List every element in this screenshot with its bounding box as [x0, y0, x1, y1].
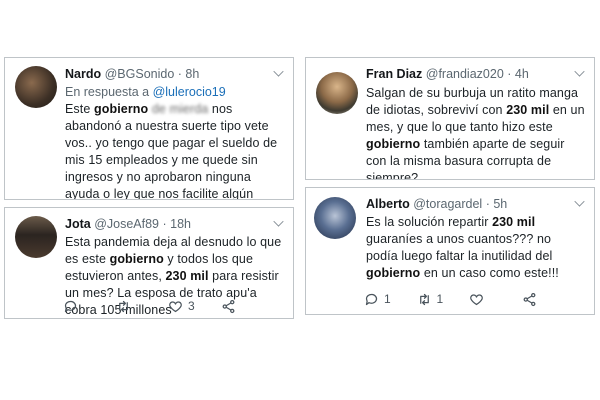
author-name[interactable]: Jota: [65, 217, 91, 231]
retweet-icon: [118, 300, 128, 312]
tweet-text-part: Es la solución repartir: [366, 215, 493, 229]
tweet-time[interactable]: · 18h: [162, 217, 191, 231]
tweet-text-bold: gobierno: [94, 102, 149, 116]
reply-context: En respuesta a @lulerocio19: [65, 84, 226, 100]
tweet-header: Nardo @BGSonido · 8h: [65, 66, 283, 82]
tweet-card[interactable]: Fran Diaz @frandiaz020 · 4h Salgan de su…: [305, 57, 595, 180]
tweet-text-bold: 230 mil: [492, 215, 536, 229]
heart-icon: [169, 300, 182, 312]
tweet-card[interactable]: Alberto @toragardel · 5h Es la solución …: [305, 187, 595, 315]
tweet-time[interactable]: · 4h: [507, 67, 529, 81]
retweet-icon: [419, 293, 429, 305]
tweet-text: Es la solución repartir 230 mil guaraníe…: [366, 214, 586, 282]
tweet-header: Alberto @toragardel · 5h: [366, 196, 584, 212]
tweet-card[interactable]: Jota @JoseAf89 · 18h Esta pandemia deja …: [4, 207, 294, 319]
avatar[interactable]: [314, 197, 356, 239]
retweet-count: 1: [436, 292, 444, 306]
tweet-text-part: nos abandonó a nuestra suerte tipo vete …: [65, 102, 278, 200]
reply-icon: [64, 300, 77, 312]
reply-button[interactable]: 1: [364, 292, 417, 307]
reply-handle-link[interactable]: @lulerocio19: [153, 85, 226, 99]
author-name[interactable]: Nardo: [65, 67, 101, 81]
share-button[interactable]: [522, 292, 575, 307]
share-icon: [222, 299, 234, 313]
reply-prefix: En respuesta a: [65, 85, 153, 99]
tweet-text-part: guaraníes a unos cuantos??? no podía lue…: [366, 232, 553, 263]
retweet-button[interactable]: 1: [417, 292, 470, 307]
avatar[interactable]: [15, 66, 57, 108]
tweet-actions: 1 1: [364, 290, 574, 308]
tweet-text-bold: 230 mil: [506, 103, 550, 117]
reply-count: 1: [384, 292, 391, 306]
avatar[interactable]: [316, 72, 358, 114]
like-button[interactable]: 3: [168, 299, 221, 314]
like-button[interactable]: [469, 292, 522, 307]
share-icon: [523, 292, 535, 306]
tweet-text-bold: gobierno: [366, 137, 421, 151]
author-handle[interactable]: @toragardel: [413, 197, 482, 211]
avatar[interactable]: [15, 216, 57, 258]
author-handle[interactable]: @JoseAf89: [94, 217, 159, 231]
tweet-text-bold: 230 mil: [165, 269, 209, 283]
tweet-header: Fran Diaz @frandiaz020 · 4h: [366, 66, 584, 82]
tweet-text-bold: gobierno: [366, 266, 421, 280]
tweet-time[interactable]: · 5h: [486, 197, 508, 211]
tweet-header: Jota @JoseAf89 · 18h: [65, 216, 283, 232]
tweet-text-bold: gobierno: [109, 252, 164, 266]
reply-icon: [365, 293, 378, 305]
author-handle[interactable]: @BGSonido: [105, 67, 175, 81]
author-name[interactable]: Fran Diaz: [366, 67, 422, 81]
reply-button[interactable]: [63, 299, 116, 314]
tweet-text-censored: de mierda: [151, 102, 209, 116]
tweet-text: Salgan de su burbuja un ratito manga de …: [366, 85, 586, 179]
tweet-text-part: Este: [65, 102, 94, 116]
tweet-card[interactable]: Nardo @BGSonido · 8h En respuesta a @lul…: [4, 57, 294, 200]
author-handle[interactable]: @frandiaz020: [426, 67, 504, 81]
retweet-button[interactable]: [116, 299, 169, 314]
tweet-actions: 3: [63, 297, 273, 315]
tweet-text: Este gobierno de mierda nos abandonó a n…: [65, 101, 285, 200]
tweet-time[interactable]: · 8h: [178, 67, 200, 81]
like-count: 3: [188, 299, 195, 313]
author-name[interactable]: Alberto: [366, 197, 410, 211]
share-button[interactable]: [221, 299, 274, 314]
tweet-text-part: en un caso como este!!!: [420, 266, 559, 280]
heart-icon: [470, 293, 483, 305]
